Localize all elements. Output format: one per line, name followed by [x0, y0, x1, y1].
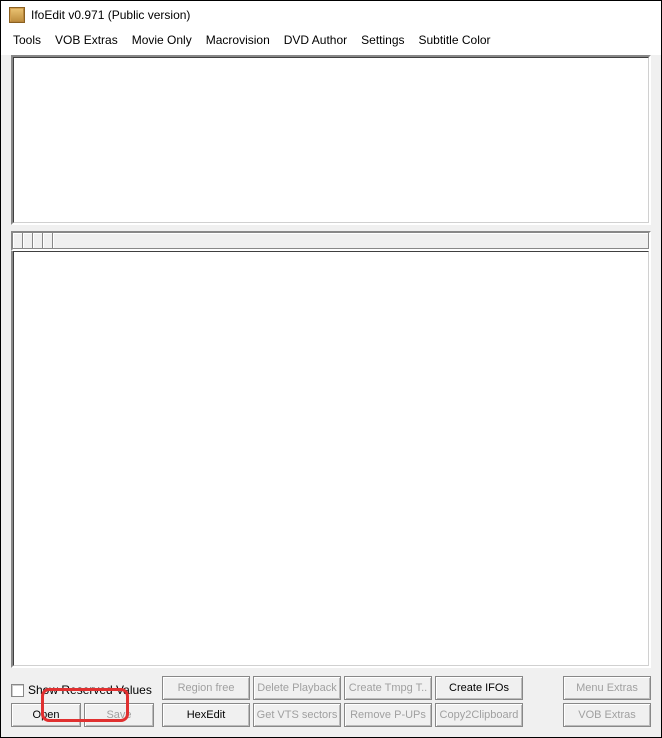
col-header[interactable]	[43, 233, 53, 249]
menubar: Tools VOB Extras Movie Only Macrovision …	[1, 29, 661, 55]
save-button[interactable]: Save	[84, 703, 154, 727]
menu-vob-extras[interactable]: VOB Extras	[55, 33, 118, 47]
top-panel[interactable]	[11, 55, 651, 225]
show-reserved-label: Show Reserved Values	[28, 683, 152, 697]
window-title: IfoEdit v0.971 (Public version)	[31, 8, 190, 22]
menu-dvd-author[interactable]: DVD Author	[284, 33, 347, 47]
menu-subtitle-color[interactable]: Subtitle Color	[419, 33, 491, 47]
region-free-button[interactable]: Region free	[162, 676, 250, 700]
copy2clipboard-button[interactable]: Copy2Clipboard	[435, 703, 523, 727]
app-window: IfoEdit v0.971 (Public version) Tools VO…	[0, 0, 662, 738]
delete-playback-button[interactable]: Delete Playback	[253, 676, 341, 700]
open-button[interactable]: Open	[11, 703, 81, 727]
create-ifos-button[interactable]: Create IFOs	[435, 676, 523, 700]
show-reserved-checkbox[interactable]	[11, 684, 24, 697]
show-reserved-checkbox-row[interactable]: Show Reserved Values	[11, 683, 154, 697]
menu-macrovision[interactable]: Macrovision	[206, 33, 270, 47]
col-header[interactable]	[23, 233, 33, 249]
vob-extras-button[interactable]: VOB Extras	[563, 703, 651, 727]
menu-extras-button[interactable]: Menu Extras	[563, 676, 651, 700]
hexedit-button[interactable]: HexEdit	[162, 703, 250, 727]
content-area	[1, 55, 661, 668]
bottom-panel[interactable]	[11, 251, 651, 668]
col-header[interactable]	[53, 233, 649, 249]
menu-settings[interactable]: Settings	[361, 33, 404, 47]
remove-pups-button[interactable]: Remove P-UPs	[344, 703, 432, 727]
get-vts-button[interactable]: Get VTS sectors	[253, 703, 341, 727]
titlebar: IfoEdit v0.971 (Public version)	[1, 1, 661, 29]
bottom-toolbar: Show Reserved Values Open Save Region fr…	[1, 668, 661, 737]
menu-movie-only[interactable]: Movie Only	[132, 33, 192, 47]
menu-tools[interactable]: Tools	[13, 33, 41, 47]
col-header[interactable]	[33, 233, 43, 249]
app-icon	[9, 7, 25, 23]
create-tmpg-button[interactable]: Create Tmpg T..	[344, 676, 432, 700]
col-header[interactable]	[13, 233, 23, 249]
column-headers	[11, 231, 651, 251]
